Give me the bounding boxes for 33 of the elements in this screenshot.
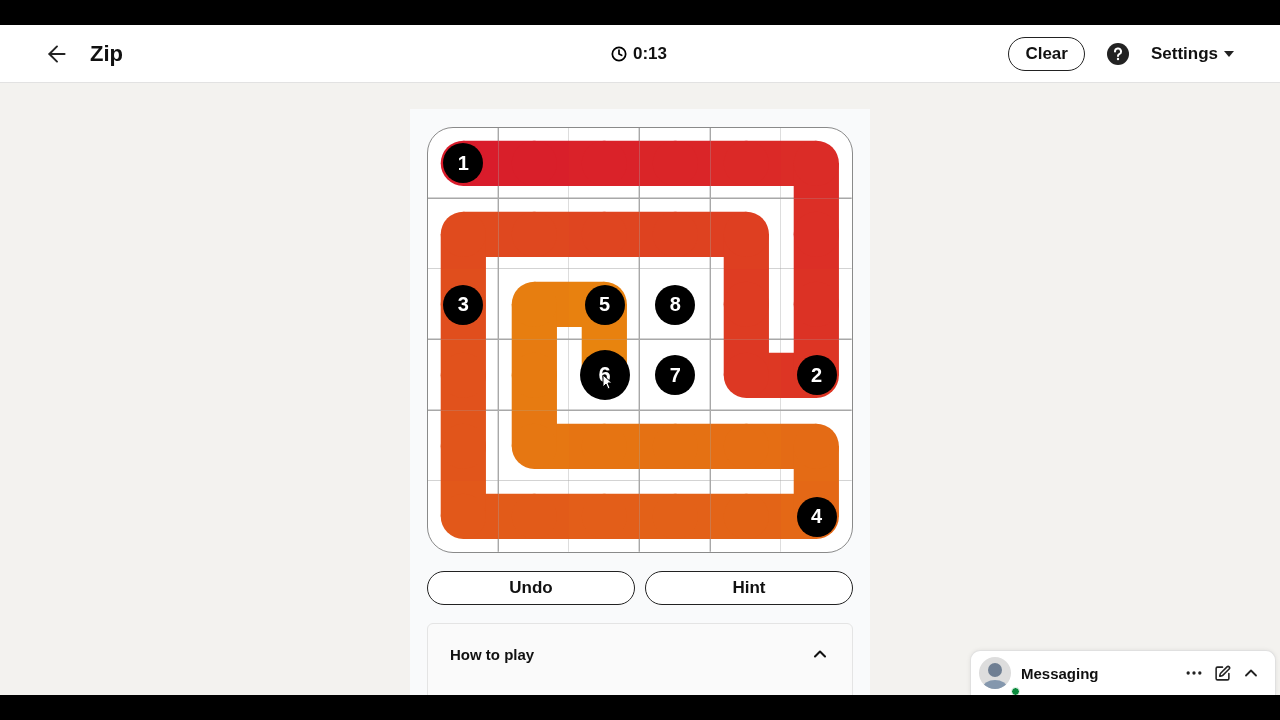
grid-cell[interactable]: 2 [781,340,852,411]
grid-cell[interactable] [640,481,711,552]
grid-cell[interactable] [640,410,711,482]
messaging-label: Messaging [1021,664,1100,682]
compose-icon[interactable] [1214,664,1231,682]
game-title: Zip [90,40,123,67]
grid-cell[interactable]: 4 [781,481,852,552]
how-to-play-toggle[interactable]: How to play [450,644,830,664]
grid-cell[interactable] [640,128,711,199]
messaging-bar[interactable]: Messaging [970,650,1276,695]
grid-cell[interactable] [428,340,499,411]
clear-button[interactable]: Clear [1008,36,1085,71]
grid-cell[interactable] [640,198,711,270]
avatar [979,657,1011,689]
grid-cell[interactable] [569,410,640,482]
caret-icon [1224,50,1234,57]
game-button[interactable]: Hint [645,571,853,605]
grid-cell[interactable] [710,269,782,340]
grid-cell[interactable] [569,128,640,199]
timer: 0:13 [633,43,667,64]
game-button[interactable]: Undo [427,571,635,605]
number-dot[interactable]: 8 [655,284,696,325]
clock-icon [611,45,627,62]
grid-cell[interactable] [569,481,640,552]
grid-cell[interactable] [569,198,640,270]
number-dot[interactable]: 7 [655,355,696,396]
grid-cell[interactable]: 8 [640,269,711,340]
grid-cell[interactable] [781,269,852,340]
grid-cell[interactable] [710,340,782,411]
help-icon[interactable] [1106,42,1129,65]
grid-cell[interactable]: 7 [640,340,711,411]
grid-cell[interactable] [498,340,570,411]
settings-menu[interactable]: Settings [1150,43,1234,64]
